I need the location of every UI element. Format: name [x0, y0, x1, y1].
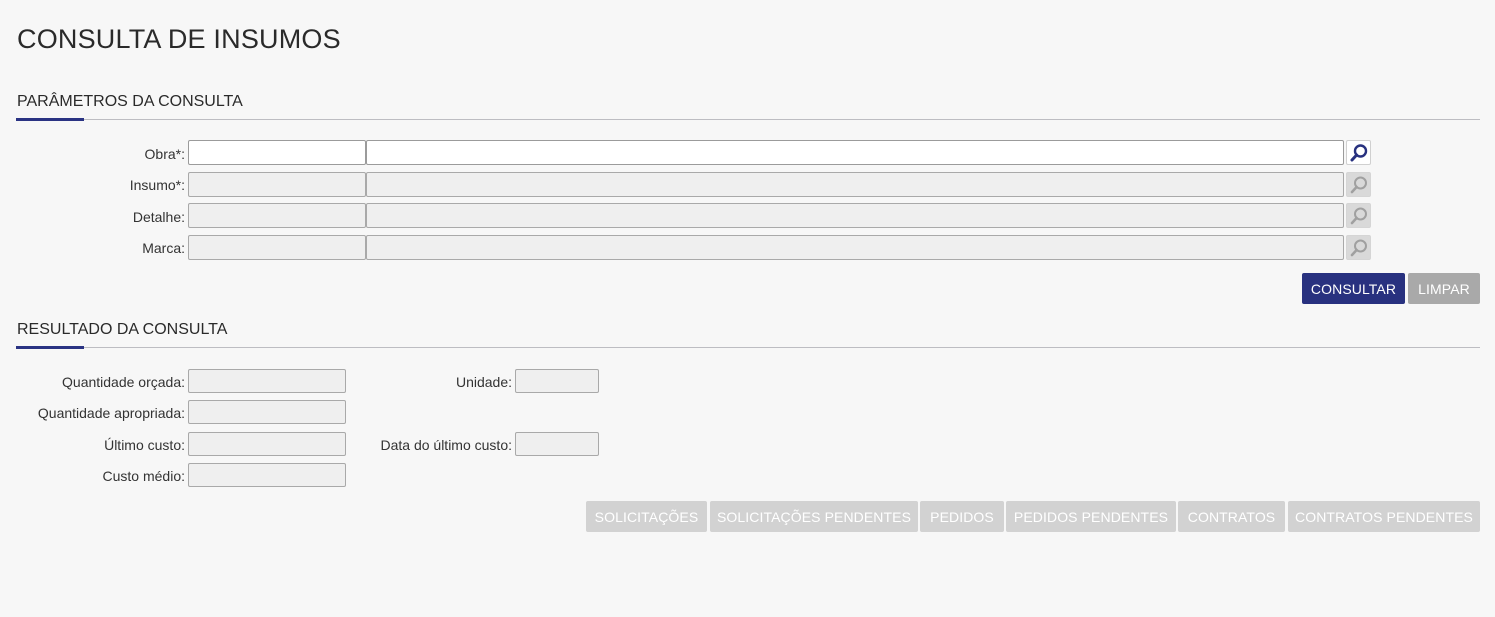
obra-label: Obra*:	[144, 146, 185, 162]
solicitacoes-pendentes-button[interactable]: SOLICITAÇÕES PENDENTES	[710, 501, 918, 532]
quantidade-orcada-label: Quantidade orçada:	[62, 374, 185, 390]
solicitacoes-button[interactable]: SOLICITAÇÕES	[586, 501, 707, 532]
obra-lookup-button[interactable]	[1346, 140, 1371, 165]
results-divider	[16, 347, 1480, 348]
contratos-pendentes-button[interactable]: CONTRATOS PENDENTES	[1288, 501, 1480, 532]
insumo-code-input[interactable]	[188, 172, 366, 197]
magnifier-icon	[1350, 239, 1367, 256]
detalhe-lookup-button[interactable]	[1346, 203, 1371, 228]
clear-button[interactable]: LIMPAR	[1408, 273, 1480, 304]
parameters-section-title: PARÂMETROS DA CONSULTA	[17, 93, 243, 110]
magnifier-icon	[1350, 176, 1367, 193]
marca-lookup-button[interactable]	[1346, 235, 1371, 260]
magnifier-icon	[1350, 143, 1367, 161]
marca-label: Marca:	[142, 240, 185, 256]
quantidade-apropriada-label: Quantidade apropriada:	[37, 405, 185, 421]
custo-medio-field	[188, 463, 346, 487]
insumo-label: Insumo*:	[129, 177, 185, 193]
marca-description-input[interactable]	[366, 235, 1344, 260]
marca-code-input[interactable]	[188, 235, 366, 260]
insumo-description-input[interactable]	[366, 172, 1344, 197]
quantidade-orcada-field	[188, 369, 346, 393]
magnifier-icon	[1350, 207, 1367, 224]
contratos-button[interactable]: CONTRATOS	[1178, 501, 1285, 532]
results-accent-bar	[16, 346, 84, 349]
obra-description-input[interactable]	[366, 140, 1344, 165]
data-ultimo-custo-label: Data do último custo:	[380, 437, 512, 453]
page-title: CONSULTA DE INSUMOS	[17, 24, 341, 54]
detalhe-label: Detalhe:	[132, 209, 185, 225]
custo-medio-label: Custo médio:	[102, 468, 185, 484]
pedidos-pendentes-button[interactable]: PEDIDOS PENDENTES	[1006, 501, 1176, 532]
data-ultimo-custo-field	[515, 432, 599, 456]
ultimo-custo-label: Último custo:	[104, 437, 185, 453]
consult-button[interactable]: CONSULTAR	[1302, 273, 1405, 304]
pedidos-button[interactable]: PEDIDOS	[920, 501, 1004, 532]
obra-code-input[interactable]	[188, 140, 366, 165]
ultimo-custo-field	[188, 432, 346, 456]
unidade-field	[515, 369, 599, 393]
detalhe-description-input[interactable]	[366, 203, 1344, 228]
insumo-lookup-button[interactable]	[1346, 172, 1371, 197]
quantidade-apropriada-field	[188, 400, 346, 424]
parameters-divider	[16, 119, 1480, 120]
results-section-title: RESULTADO DA CONSULTA	[17, 321, 228, 338]
detalhe-code-input[interactable]	[188, 203, 366, 228]
parameters-accent-bar	[16, 118, 84, 121]
unidade-label: Unidade:	[455, 374, 512, 390]
